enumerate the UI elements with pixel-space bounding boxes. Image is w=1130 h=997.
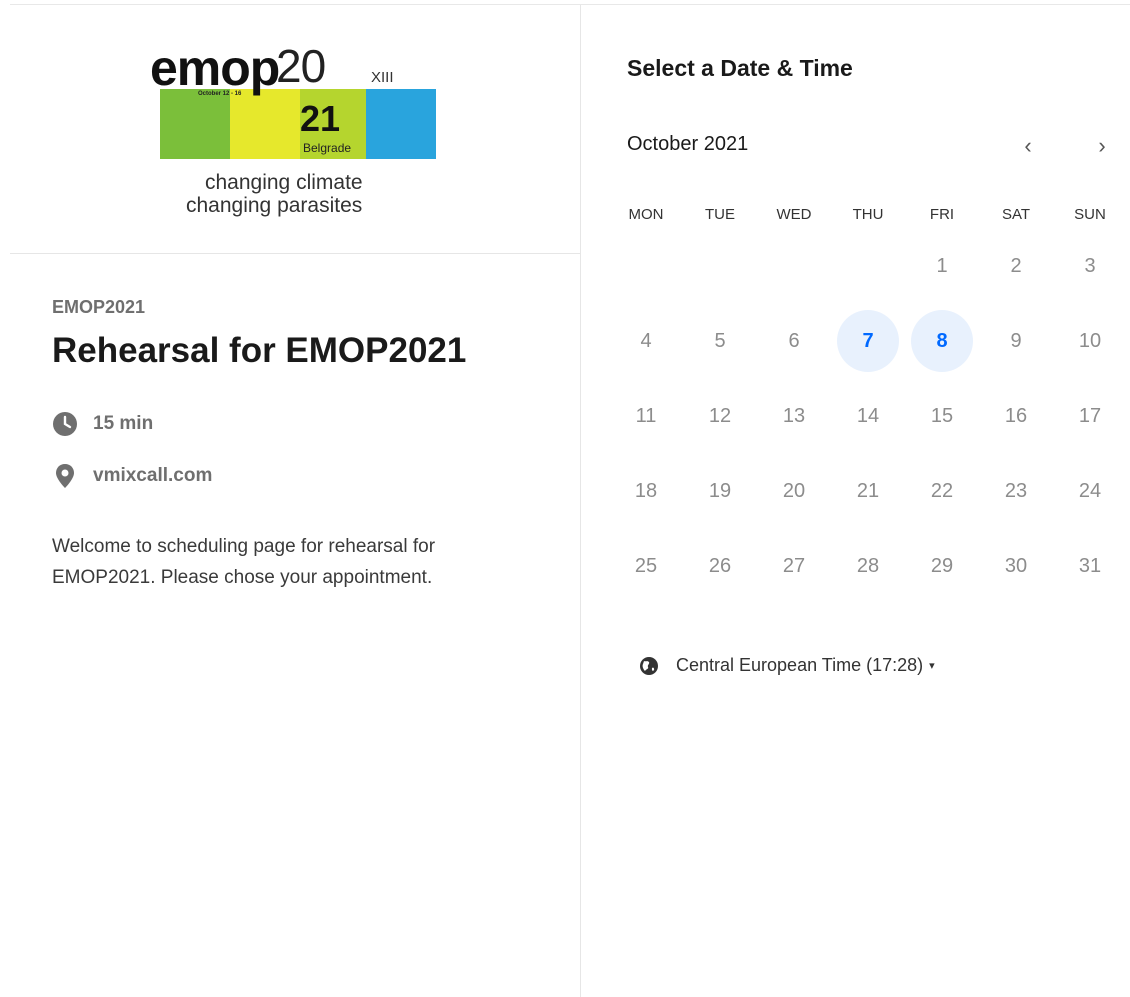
logo-number-top: 20 (276, 40, 326, 92)
calendar-day-14: 14 (856, 404, 880, 427)
weekday-wed: WED (776, 206, 812, 223)
calendar-day-21: 21 (856, 479, 880, 502)
weekday-thu: THU (852, 206, 884, 223)
weekday-tue: TUE (705, 206, 735, 223)
event-description: Welcome to scheduling page for rehearsal… (52, 536, 436, 588)
calendar-day-26: 26 (708, 554, 732, 577)
location-label: vmixcall.com (93, 465, 213, 486)
logo-divider (10, 253, 580, 254)
calendar-day-12: 12 (708, 404, 732, 427)
calendar-day-16: 16 (1004, 404, 1028, 427)
calendar-day-31: 31 (1078, 554, 1102, 577)
event-location: vmixcall.com (52, 463, 212, 489)
duration-label: 15 min (93, 413, 154, 434)
calendar-day-24: 24 (1078, 479, 1102, 502)
calendar-day-29: 29 (930, 554, 954, 577)
calendar-day-4: 4 (640, 329, 652, 352)
scheduler-panel: Select a Date & Time October 2021 ‹ › MO… (581, 5, 1130, 997)
weekday-sun: SUN (1074, 206, 1106, 223)
calendar-day-28: 28 (856, 554, 880, 577)
timezone-label: Central European Time (17:28) (676, 655, 924, 675)
calendar-day-9: 9 (1010, 329, 1022, 352)
month-label: October 2021 (627, 133, 749, 155)
prev-month-button[interactable]: ‹ (1013, 131, 1043, 161)
weekday-fri: FRI (929, 206, 955, 223)
clock-icon (52, 411, 78, 437)
logo-dates: October 12 - 16 (198, 91, 242, 97)
event-details-panel: emop 20 XIII October 12 - 16 21 Belgrade… (0, 5, 580, 997)
calendar-day-1: 1 (936, 254, 948, 277)
globe-icon (639, 656, 659, 676)
calendar-day-10: 10 (1078, 329, 1102, 352)
calendar-day-6: 6 (788, 329, 800, 352)
logo-blue-block (366, 89, 436, 159)
calendar-day-11: 11 (635, 404, 657, 427)
calendar-day-22: 22 (930, 479, 954, 502)
calendar-day-13: 13 (782, 404, 806, 427)
chevron-right-icon: › (1098, 133, 1106, 158)
calendar-day-20: 20 (782, 479, 806, 502)
calendar-day-19: 19 (708, 479, 732, 502)
map-pin-icon (52, 463, 78, 489)
calendar-day-30: 30 (1004, 554, 1028, 577)
calendar-day-17: 17 (1078, 404, 1102, 427)
weekday-mon: MON (628, 206, 664, 223)
next-month-button[interactable]: › (1087, 131, 1117, 161)
logo-yellow-block (230, 89, 300, 159)
logo-green-block (160, 89, 230, 159)
logo-number-bottom: 21 (300, 98, 341, 139)
caret-down-icon: ▾ (929, 660, 935, 672)
calendar-heading: Select a Date & Time (627, 55, 853, 81)
calendar-day-2: 2 (1010, 254, 1022, 277)
organizer-name: EMOP2021 (52, 297, 146, 317)
logo-word: emop (150, 40, 280, 96)
calendar-day-5: 5 (714, 329, 726, 352)
available-day-8[interactable]: 8 (911, 310, 973, 372)
logo-roman: XIII (371, 69, 394, 86)
calendar-day-15: 15 (930, 404, 954, 427)
chevron-left-icon: ‹ (1024, 133, 1032, 158)
event-duration: 15 min (52, 411, 153, 437)
event-title: Rehearsal for EMOP2021 (52, 331, 467, 370)
calendar-day-3: 3 (1084, 254, 1096, 277)
calendar-day-23: 23 (1004, 479, 1028, 502)
calendar-day-27: 27 (782, 554, 806, 577)
weekday-sat: SAT (1001, 206, 1031, 223)
calendar-day-18: 18 (634, 479, 658, 502)
timezone-selector[interactable]: Central European Time (17:28) ▾ (639, 655, 935, 676)
emop-logo: emop 20 XIII October 12 - 16 21 Belgrade… (150, 43, 440, 221)
calendar-day-25: 25 (634, 554, 658, 577)
logo-city: Belgrade (303, 141, 352, 155)
logo-tagline-1: changing climate (205, 171, 363, 194)
available-day-7[interactable]: 7 (837, 310, 899, 372)
logo-tagline-2: changing parasites (186, 194, 363, 217)
